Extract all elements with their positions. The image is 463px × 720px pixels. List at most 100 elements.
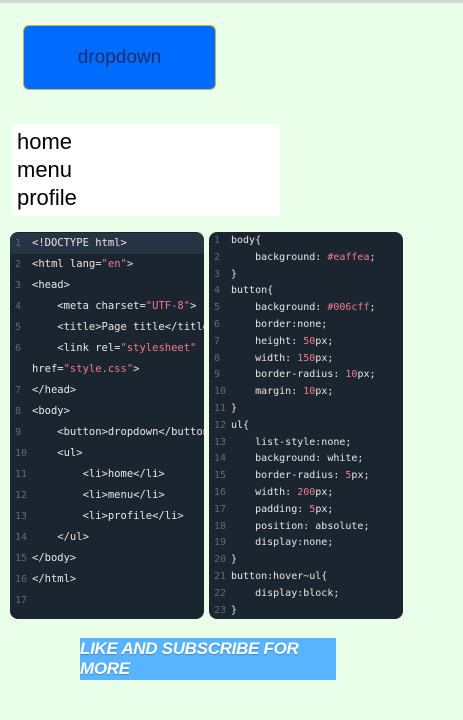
code-text: background: #eaffea; xyxy=(231,251,376,263)
css-code-line: 1 body{ xyxy=(209,233,403,250)
html-code-line: 16 </html> xyxy=(10,569,204,590)
line-number: 12 xyxy=(214,419,227,431)
html-code-line: 9 <button>dropdown</button> xyxy=(10,422,204,443)
line-number: 5 xyxy=(214,302,221,314)
css-code-line: 18 position: absolute; xyxy=(209,519,403,536)
code-text: } xyxy=(231,604,238,616)
html-code-line: 14 </ul> xyxy=(10,527,204,548)
html-code-panel: 1 <!DOCTYPE html> 2 <html lang="en"> 3 <head>… xyxy=(10,232,204,619)
css-code-line: 22 display:block; xyxy=(209,586,403,603)
html-code-line: 3 <head> xyxy=(10,275,204,296)
html-code-line: 11 <li>home</li> xyxy=(10,464,204,485)
code-text: <li>home</li> xyxy=(32,468,165,480)
html-code-line: 5 <title>Page title</title> xyxy=(10,317,204,338)
css-code-line: 5 background: #006cff; xyxy=(209,300,403,317)
menu-item-profile[interactable]: profile xyxy=(17,184,275,212)
code-text: <head> xyxy=(32,279,70,291)
css-code-line: 10 margin: 10px; xyxy=(209,384,403,401)
code-text: ul{ xyxy=(231,419,250,431)
line-number: 2 xyxy=(214,251,221,263)
code-text: <li>profile</li> xyxy=(32,510,184,522)
css-code-line: 17 padding: 5px; xyxy=(209,502,403,519)
line-number: 13 xyxy=(214,436,227,448)
code-text: border-radius: 10px; xyxy=(231,369,376,381)
css-code-line: 9 border-radius: 10px; xyxy=(209,367,403,384)
line-number: 21 xyxy=(214,570,227,582)
css-code-line: 19 display:none; xyxy=(209,535,403,552)
css-code-line: 21 button:hover~ul{ xyxy=(209,569,403,586)
html-code-line: 1 <!DOCTYPE html> xyxy=(10,233,204,254)
line-number: 17 xyxy=(15,595,28,606)
html-code-line: 17 xyxy=(10,590,204,611)
css-code-line: 11} xyxy=(209,401,403,418)
line-number: 3 xyxy=(214,268,221,280)
css-code-line: 8 width: 150px; xyxy=(209,351,403,368)
menu-item-menu[interactable]: menu xyxy=(17,156,275,184)
line-number: 3 xyxy=(15,280,22,291)
html-code-line: 8 <body> xyxy=(10,401,204,422)
line-number: 6 xyxy=(214,318,221,330)
line-number: 14 xyxy=(214,453,227,465)
line-number: 10 xyxy=(15,448,28,459)
code-text: <html lang="en"> xyxy=(32,258,134,270)
line-number: 7 xyxy=(214,335,221,347)
code-text: display:none; xyxy=(231,537,334,549)
css-code-line: 16 width: 200px; xyxy=(209,485,403,502)
line-number: 2 xyxy=(15,259,22,270)
code-text: padding: 5px; xyxy=(231,503,334,515)
line-number: 9 xyxy=(15,427,22,438)
code-text: href="style.css"> xyxy=(32,363,140,375)
line-number: 1 xyxy=(214,235,221,246)
code-text: background: #006cff; xyxy=(231,302,376,314)
html-code-line: href="style.css"> xyxy=(10,359,204,380)
css-code-line: 3} xyxy=(209,267,403,284)
line-number: 16 xyxy=(15,574,28,585)
code-text: } xyxy=(231,268,238,280)
code-text: width: 150px; xyxy=(231,352,334,364)
dropdown-button[interactable]: dropdown xyxy=(23,25,216,90)
html-code-line: 4 <meta charset="UTF-8"> xyxy=(10,296,204,317)
line-number: 11 xyxy=(15,469,28,480)
code-text: <li>menu</li> xyxy=(32,489,165,501)
css-code-line: 23} xyxy=(209,603,403,619)
code-text: button{ xyxy=(231,285,274,297)
html-code-line: 10 <ul> xyxy=(10,443,204,464)
line-number: 8 xyxy=(214,352,221,364)
line-number: 1 xyxy=(15,238,22,249)
css-code-line: 2 background: #eaffea; xyxy=(209,250,403,267)
code-text: body{ xyxy=(231,235,262,246)
line-number: 16 xyxy=(214,486,227,498)
code-text: } xyxy=(231,402,238,414)
code-text: </ul> xyxy=(32,531,89,543)
dropdown-menu: home menu profile xyxy=(12,124,280,216)
line-number: 4 xyxy=(214,285,221,297)
code-text: height: 50px; xyxy=(231,335,334,347)
code-text: <ul> xyxy=(32,447,83,459)
css-code-line: 20} xyxy=(209,552,403,569)
line-number: 17 xyxy=(214,503,227,515)
line-number: 9 xyxy=(214,369,221,381)
code-text: margin: 10px; xyxy=(231,386,334,398)
html-code-line: 6 <link rel="stylesheet" xyxy=(10,338,204,359)
line-number: 5 xyxy=(15,322,22,333)
html-code-line: 15 </body> xyxy=(10,548,204,569)
line-number: 18 xyxy=(214,520,227,532)
line-number: 22 xyxy=(214,587,227,599)
code-text: list-style:none; xyxy=(231,436,352,448)
line-number: 13 xyxy=(15,511,28,522)
code-text: button:hover~ul{ xyxy=(231,570,328,582)
html-code-line: 2 <html lang="en"> xyxy=(10,254,204,275)
line-number: 12 xyxy=(15,490,28,501)
html-code-line: 7 </head> xyxy=(10,380,204,401)
code-text: position: absolute; xyxy=(231,520,370,532)
css-code-line: 6 border:none; xyxy=(209,317,403,334)
menu-item-home[interactable]: home xyxy=(17,128,275,156)
line-number: 8 xyxy=(15,406,22,417)
css-code-line: 12 ul{ xyxy=(209,418,403,435)
code-text: </html> xyxy=(32,573,77,585)
code-text: background: white; xyxy=(231,453,364,465)
html-code-line: 13 <li>profile</li> xyxy=(10,506,204,527)
code-text: <meta charset="UTF-8"> xyxy=(32,300,197,312)
line-number: 10 xyxy=(214,386,227,398)
html-code-line: 12 <li>menu</li> xyxy=(10,485,204,506)
